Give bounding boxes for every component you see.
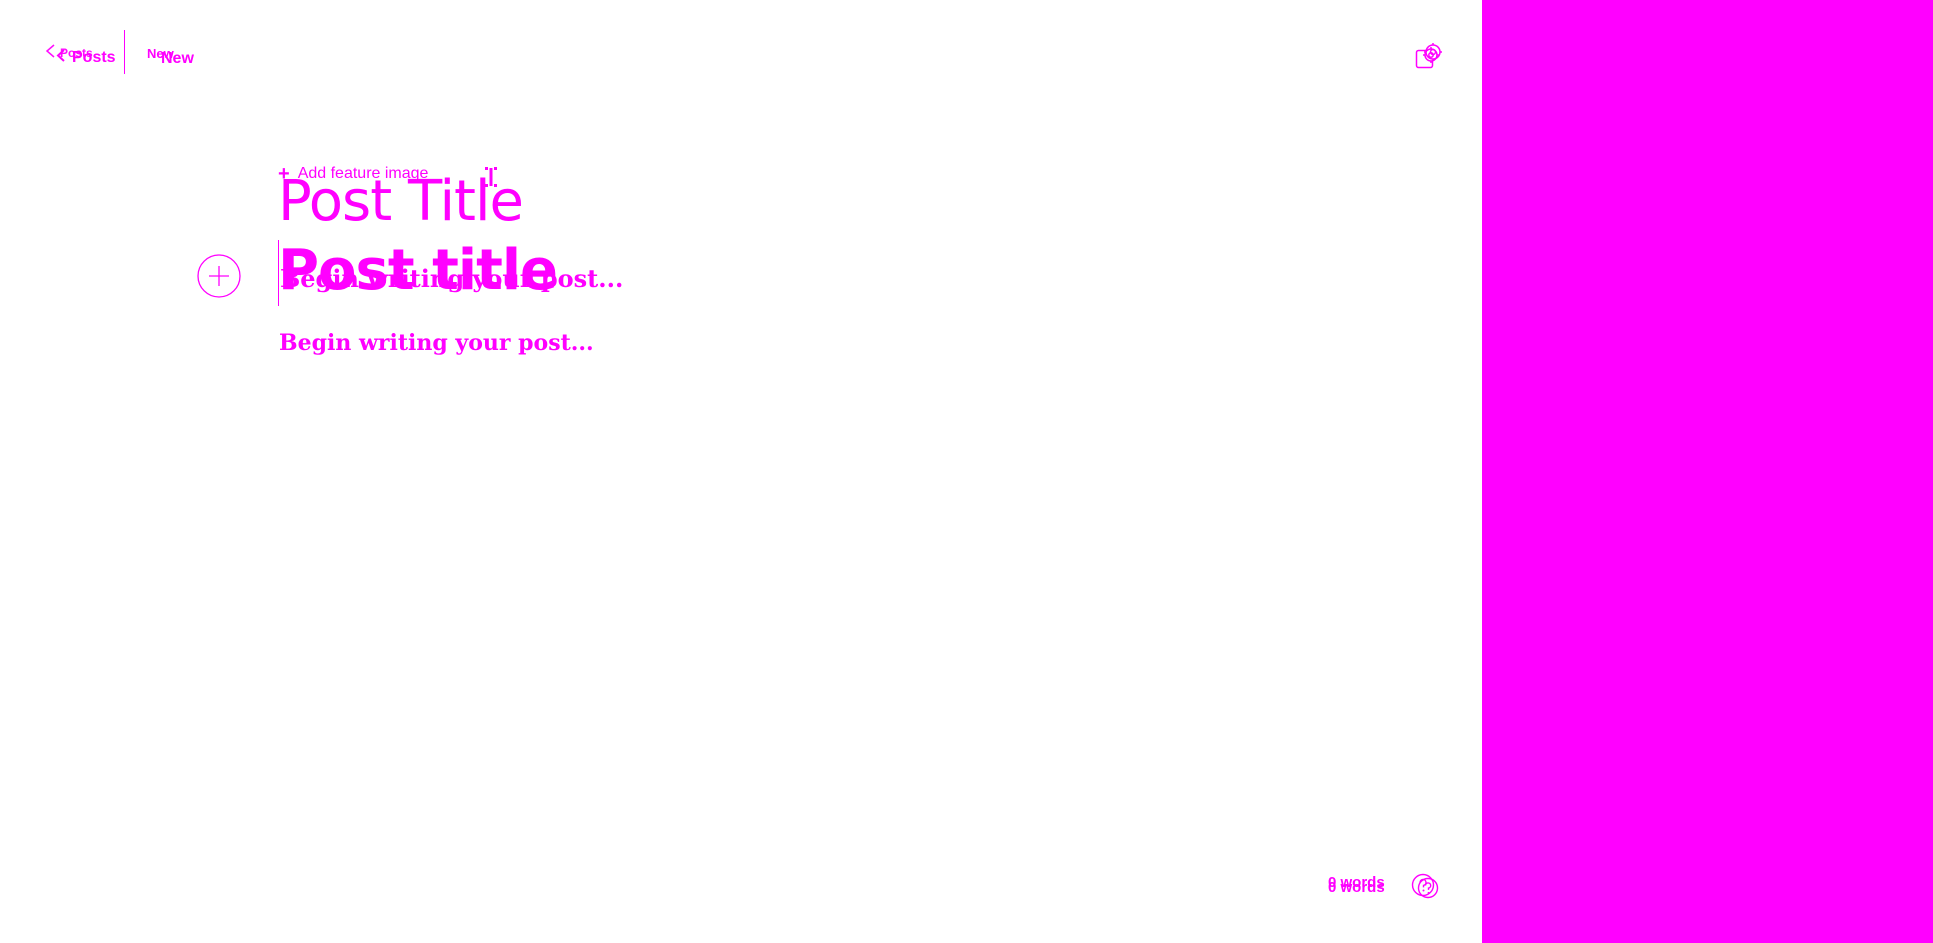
back-to-posts-link-overlay[interactable]: Posts: [56, 49, 116, 67]
settings-toggle-button-overlay[interactable]: [1418, 40, 1444, 66]
gear-icon: [1418, 43, 1444, 70]
post-body-placeholder[interactable]: Begin writing your post...: [279, 330, 594, 356]
help-button-overlay[interactable]: [1416, 876, 1440, 900]
breadcrumb-divider: [124, 30, 125, 74]
app-root: Posts Posts New New + Add feature image …: [0, 0, 1933, 943]
add-card-button[interactable]: [197, 254, 241, 298]
word-count-overlay: 0 words: [1328, 879, 1385, 896]
post-body-placeholder-overlay[interactable]: Begin writing your post...: [280, 264, 623, 293]
plus-circle-icon: [197, 254, 241, 302]
settings-side-panel: [1482, 0, 1933, 943]
post-status-label-overlay: New: [161, 50, 194, 67]
chevron-left-icon: [56, 49, 66, 67]
back-link-label: Posts: [72, 49, 116, 66]
help-circle-icon: [1416, 877, 1440, 904]
post-editor: Posts Posts New New + Add feature image …: [0, 0, 1482, 943]
post-title-input[interactable]: Post Title: [278, 170, 524, 234]
chevron-left-icon: [44, 44, 56, 61]
